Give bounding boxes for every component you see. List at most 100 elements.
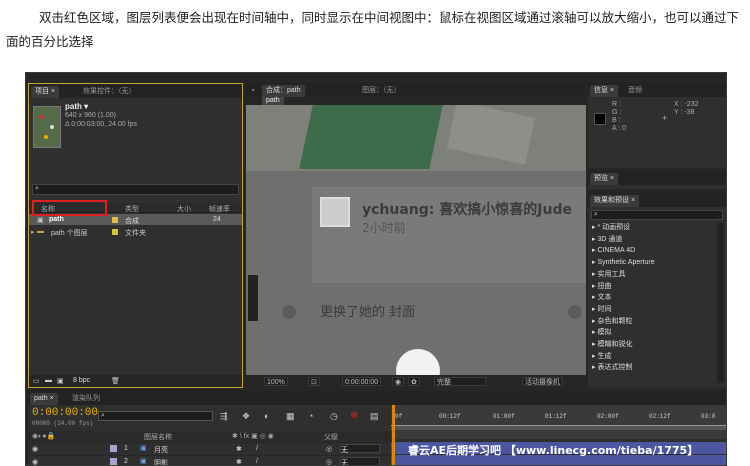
- col-layer-name[interactable]: 图层名称: [144, 432, 172, 442]
- layer-switches-icon: ✱ \ fx ▣ ◎ ◉: [232, 433, 274, 440]
- comp-tabbar: ▪ 合成：path 图层：（无）: [246, 83, 586, 97]
- pickwhip-icon[interactable]: ◎: [326, 458, 332, 465]
- stopwatch-icon[interactable]: ⊗: [350, 410, 358, 421]
- tab-render-queue[interactable]: 渲染队列: [68, 393, 104, 405]
- viewer-left-bar: [248, 275, 258, 321]
- info-b: B :: [612, 117, 621, 124]
- graph-editor-icon[interactable]: ◷: [330, 411, 338, 422]
- current-time-display[interactable]: 0:00:00:00: [342, 377, 382, 386]
- parent-select[interactable]: 无: [340, 444, 380, 454]
- col-size[interactable]: 大小: [177, 204, 191, 214]
- lock-icon[interactable]: ▪: [248, 85, 258, 97]
- current-time-indicator[interactable]: [392, 405, 395, 465]
- timeline-timecode[interactable]: 0:00:00:00: [32, 407, 98, 419]
- comp-breadcrumb[interactable]: path: [262, 97, 284, 105]
- layer-name[interactable]: 月亮: [154, 445, 168, 455]
- effects-category-item[interactable]: ▸ * 动画预设: [592, 223, 630, 233]
- new-folder-icon[interactable]: ▬: [45, 377, 52, 384]
- resolution-select[interactable]: 完整: [434, 377, 486, 386]
- comp-flowchart-icon[interactable]: ⇶: [220, 411, 228, 422]
- effects-category-item[interactable]: ▸ 模拟: [592, 328, 611, 338]
- work-area-bar[interactable]: [391, 425, 726, 430]
- channel-icon[interactable]: ✿: [408, 377, 420, 386]
- label-color-swatch[interactable]: [112, 217, 118, 223]
- row-name: path 个图层: [51, 230, 88, 237]
- av-switches-icon: ◉◐●🔒: [32, 433, 56, 440]
- info-tabbar: 信息 × 音频: [588, 83, 726, 97]
- col-fps[interactable]: 帧速率: [209, 204, 230, 214]
- tab-timeline-path[interactable]: path ×: [30, 393, 58, 405]
- info-y: Y : -38: [674, 109, 695, 116]
- effects-category-item[interactable]: ▸ 模糊和锐化: [592, 340, 632, 350]
- parent-select[interactable]: 无: [340, 457, 380, 465]
- effects-category-item[interactable]: ▸ 生成: [592, 352, 611, 362]
- effects-category-item[interactable]: ▸ 时间: [592, 305, 611, 315]
- effects-category-item[interactable]: ▸ 扭曲: [592, 282, 611, 292]
- color-swatch: [594, 113, 606, 125]
- effects-category-item[interactable]: ▸ 实用工具: [592, 270, 625, 280]
- layer-number: 1: [124, 445, 128, 452]
- visibility-icon[interactable]: ◉: [32, 458, 38, 465]
- viewer-dot-left: [282, 305, 296, 319]
- tab-project[interactable]: 项目 ×: [31, 86, 60, 98]
- collapse-switch-icon[interactable]: ✱: [236, 445, 242, 453]
- composition-viewer[interactable]: ychuang: 喜欢搞小惊喜的Jude 2小时前 更换了她的 封面: [246, 105, 586, 377]
- project-search-input[interactable]: ⌕: [32, 184, 239, 195]
- time-ruler[interactable]: 0f 00:12f 01:00f 01:12f 02:00f 02:12f 03…: [391, 405, 726, 439]
- tab-audio[interactable]: 音频: [624, 85, 646, 97]
- ruler-tick-label: 03:0: [701, 413, 716, 420]
- comp-info: path ▾ 640 x 960 (1.00) Δ 0:00:03:00, 24…: [65, 102, 137, 129]
- visibility-icon[interactable]: ◉: [32, 445, 38, 453]
- viewer-dot-right: [568, 305, 582, 319]
- motion-blur-icon[interactable]: ◔: [308, 411, 313, 421]
- tab-preview[interactable]: 预览 ×: [590, 173, 619, 185]
- mask-icon[interactable]: ▤: [370, 411, 379, 422]
- label-color-swatch[interactable]: [110, 458, 117, 465]
- tab-info[interactable]: 信息 ×: [590, 85, 619, 97]
- effects-scrollbar[interactable]: [717, 223, 724, 383]
- effects-category-item[interactable]: ▸ Synthetic Aperture: [592, 258, 655, 268]
- timeline-layer-row[interactable]: ◉ 2 ▣ 阴影 ✱ / ◎ 无: [28, 455, 391, 465]
- new-comp-icon[interactable]: ▣: [57, 377, 64, 385]
- image-layer-icon: ▣: [140, 445, 147, 452]
- effects-category-item[interactable]: ▸ 表达式控制: [592, 363, 632, 373]
- row-type: 合成: [125, 218, 139, 225]
- timeline-layer-row[interactable]: ◉ 1 ▣ 月亮 ✱ / ◎ 无: [28, 442, 391, 454]
- pickwhip-icon[interactable]: ◎: [326, 445, 332, 453]
- snapshot-icon[interactable]: ◉: [392, 377, 405, 386]
- effects-category-item[interactable]: ▸ 3D 通道: [592, 235, 622, 245]
- layer-name[interactable]: 阴影: [154, 458, 168, 465]
- interpret-footage-icon[interactable]: ▭: [33, 377, 40, 385]
- image-layer-icon: ▣: [140, 458, 147, 465]
- trash-icon[interactable]: 🗑: [111, 377, 120, 385]
- bpc-toggle[interactable]: 8 bpc: [73, 377, 90, 384]
- frame-blend-icon[interactable]: ▦: [286, 411, 295, 422]
- col-parent[interactable]: 父级: [324, 432, 338, 442]
- draft-3d-icon[interactable]: ❖: [242, 411, 250, 422]
- effects-category-item[interactable]: ▸ 文本: [592, 293, 611, 303]
- collapse-switch-icon[interactable]: ✱: [236, 458, 242, 465]
- label-color-swatch[interactable]: [112, 229, 118, 235]
- timeline-search-input[interactable]: ⌕: [98, 411, 213, 421]
- tab-composition[interactable]: 合成：path: [262, 85, 305, 97]
- zoom-select[interactable]: 100%: [264, 377, 288, 386]
- tab-effect-controls[interactable]: 效果控件：（无）: [79, 86, 140, 98]
- effects-category-item[interactable]: ▸ 杂色和颗粒: [592, 317, 632, 327]
- shy-icon[interactable]: ◐: [264, 411, 269, 421]
- quality-switch-icon[interactable]: /: [256, 458, 258, 465]
- project-row-folder[interactable]: ▸ ▬ path 个图层 文件夹: [29, 226, 242, 237]
- composition-panel: ▪ 合成：path 图层：（无） path ychuang: 喜欢搞小惊喜的Ju…: [246, 83, 586, 388]
- label-color-swatch[interactable]: [110, 445, 117, 452]
- timeline-column-header: ◉◐●🔒 图层名称 ✱ \ fx ▣ ◎ ◉ 父级: [28, 431, 391, 441]
- quality-switch-icon[interactable]: /: [256, 445, 258, 452]
- effects-category-item[interactable]: ▸ CINEMA 4D: [592, 246, 635, 256]
- expand-arrow-icon[interactable]: ▸: [31, 228, 35, 236]
- tab-effects-presets[interactable]: 效果和预设 ×: [590, 195, 640, 207]
- effects-search-input[interactable]: ⌕: [591, 210, 723, 220]
- col-type[interactable]: 类型: [125, 204, 139, 214]
- comp-name[interactable]: path ▾: [65, 102, 137, 111]
- region-icon[interactable]: ⊡: [308, 377, 320, 386]
- crosshair-icon: +: [662, 113, 668, 123]
- tab-layer[interactable]: 图层：（无）: [358, 85, 405, 97]
- camera-select[interactable]: 活动摄像机: [522, 377, 563, 386]
